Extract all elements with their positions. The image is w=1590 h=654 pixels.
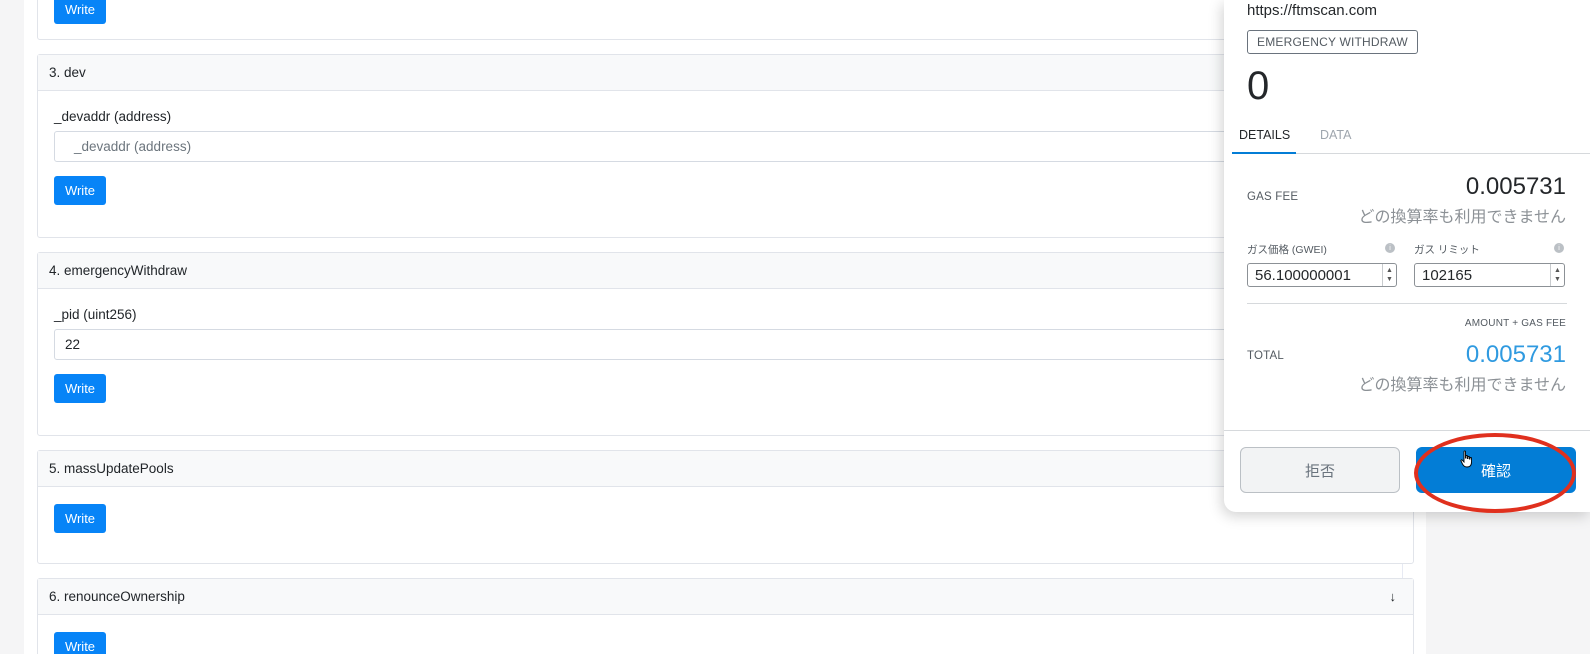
stepper-arrows-icon[interactable]: ▲ ▼	[1550, 264, 1564, 286]
card-header-emergency-withdraw[interactable]: 4. emergencyWithdraw	[38, 253, 1413, 289]
field-label-pid: _pid (uint256)	[54, 307, 137, 322]
active-tab-indicator	[1232, 152, 1296, 154]
write-button-emergency-withdraw[interactable]: Write	[54, 374, 106, 403]
info-icon[interactable]: i	[1385, 243, 1395, 253]
tab-details[interactable]: DETAILS	[1239, 128, 1290, 142]
contract-card-mass-update-pools: 5. massUpdatePools Write	[37, 450, 1414, 564]
gas-fee-rate-note: どの換算率も利用できません	[1358, 209, 1566, 226]
gas-price-input[interactable]: 56.100000001 ▲ ▼	[1247, 263, 1397, 287]
card-header-mass-update-pools[interactable]: 5. massUpdatePools	[38, 451, 1413, 487]
card-title: 5. massUpdatePools	[49, 461, 174, 476]
card-header-renounce-ownership[interactable]: 6. renounceOwnership ↓	[38, 579, 1413, 615]
write-button-mass-update-pools[interactable]: Write	[54, 504, 106, 533]
details-tabs: DETAILS DATA	[1232, 120, 1590, 154]
field-label-devaddr: _devaddr (address)	[54, 109, 172, 124]
divider	[1247, 303, 1567, 304]
contract-card-dev: 3. dev _devaddr (address) _devaddr (addr…	[37, 54, 1414, 238]
stepper-arrows-icon[interactable]: ▲ ▼	[1382, 264, 1396, 286]
gas-limit-value: 102165	[1422, 266, 1473, 284]
amount-gas-fee-label: AMOUNT + GAS FEE	[1464, 318, 1566, 329]
footer-divider	[1224, 430, 1590, 431]
reject-button[interactable]: 拒否	[1240, 447, 1400, 493]
contract-card-emergency-withdraw: 4. emergencyWithdraw _pid (uint256) 22 W…	[37, 252, 1414, 436]
pid-input[interactable]: 22	[54, 329, 1404, 360]
info-icon[interactable]: i	[1554, 243, 1564, 253]
gas-fee-label: GAS FEE	[1247, 191, 1299, 203]
card-title: 4. emergencyWithdraw	[49, 263, 188, 278]
gas-limit-input[interactable]: 102165 ▲ ▼	[1414, 263, 1565, 287]
contract-card-2: Write	[37, 0, 1414, 40]
hand-cursor-icon	[1460, 450, 1472, 468]
card-header-dev[interactable]: 3. dev	[38, 55, 1413, 91]
gas-fee-value: 0.005731	[1465, 173, 1566, 200]
highlight-circle	[1414, 433, 1576, 513]
total-rate-note: どの換算率も利用できません	[1358, 377, 1566, 394]
write-button-dev[interactable]: Write	[54, 176, 106, 205]
devaddr-input[interactable]: _devaddr (address)	[54, 131, 1404, 162]
gas-price-value: 56.100000001	[1255, 266, 1351, 284]
write-button-renounce-ownership[interactable]: Write	[54, 632, 106, 654]
wallet-confirm-popup: https://ftmscan.com EMERGENCY WITHDRAW 0…	[1224, 0, 1590, 512]
write-button-2[interactable]: Write	[54, 0, 106, 24]
total-label: TOTAL	[1247, 350, 1284, 362]
card-title: 6. renounceOwnership	[49, 589, 185, 604]
gas-limit-label: ガス リミット	[1414, 244, 1480, 256]
gas-price-label: ガス価格 (GWEI)	[1247, 244, 1327, 256]
tab-data[interactable]: DATA	[1320, 128, 1351, 142]
total-value: 0.005731	[1465, 341, 1566, 368]
amount-value: 0	[1247, 64, 1270, 108]
method-badge: EMERGENCY WITHDRAW	[1247, 30, 1418, 54]
arrow-down-icon[interactable]: ↓	[1390, 589, 1403, 604]
card-title: 3. dev	[49, 65, 86, 80]
contract-card-renounce-ownership: 6. renounceOwnership ↓ Write	[37, 578, 1414, 654]
origin-url: https://ftmscan.com	[1247, 2, 1378, 19]
